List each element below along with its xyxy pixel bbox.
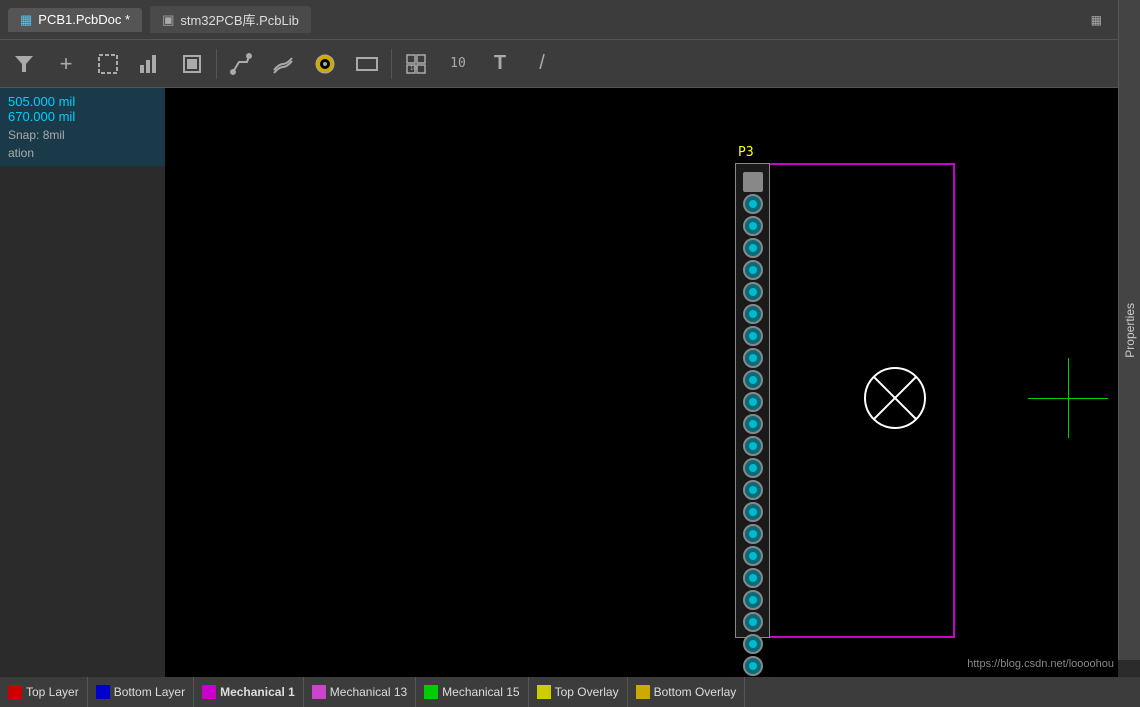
coord-x: 505.000 mil bbox=[8, 94, 157, 109]
tab-pcb1[interactable]: ▦ PCB1.PcbDoc * bbox=[8, 8, 142, 32]
layer-bottom-label: Bottom Layer bbox=[114, 685, 185, 699]
pad-2 bbox=[743, 194, 763, 214]
layer-bottom-swatch bbox=[96, 685, 110, 699]
pad-11 bbox=[743, 392, 763, 412]
pad-20 bbox=[743, 590, 763, 610]
text-num-label: 10 bbox=[450, 56, 466, 71]
tab1-label: PCB1.PcbDoc * bbox=[38, 12, 130, 27]
layer-mech15-label: Mechanical 15 bbox=[442, 685, 519, 699]
layer-mech13-swatch bbox=[312, 685, 326, 699]
layer-bottom-overlay-swatch bbox=[636, 685, 650, 699]
component-symbol bbox=[860, 363, 930, 433]
layer-top[interactable]: Top Layer bbox=[0, 677, 88, 707]
pad-9 bbox=[743, 348, 763, 368]
svg-text:10: 10 bbox=[410, 66, 417, 72]
route-button[interactable] bbox=[221, 44, 261, 84]
layer-mech1-swatch bbox=[202, 685, 216, 699]
layer-bottom-overlay[interactable]: Bottom Overlay bbox=[628, 677, 746, 707]
coord-y: 670.000 mil bbox=[8, 109, 157, 124]
layer-top-swatch bbox=[8, 685, 22, 699]
pad-6 bbox=[743, 282, 763, 302]
pad-13 bbox=[743, 436, 763, 456]
layer-mech15-swatch bbox=[424, 685, 438, 699]
pad-10 bbox=[743, 370, 763, 390]
pad-22 bbox=[743, 634, 763, 654]
pad-1 bbox=[743, 172, 763, 192]
tab-pcblib[interactable]: ▣ stm32PCB库.PcbLib bbox=[150, 6, 311, 33]
sep2 bbox=[391, 49, 392, 79]
layer-mech13-label: Mechanical 13 bbox=[330, 685, 407, 699]
altium-logo-icon: ▦ bbox=[1091, 13, 1102, 27]
component-reference: P3 bbox=[738, 145, 754, 160]
properties-panel[interactable]: Properties bbox=[1118, 0, 1140, 660]
snap-info: Snap: 8mil bbox=[8, 128, 157, 142]
layer-bottom[interactable]: Bottom Layer bbox=[88, 677, 194, 707]
add-button[interactable]: + bbox=[46, 44, 86, 84]
pad-5 bbox=[743, 260, 763, 280]
pad-17 bbox=[743, 524, 763, 544]
lib-icon: ▣ bbox=[162, 12, 174, 28]
tab2-label: stm32PCB库.PcbLib bbox=[180, 10, 299, 29]
layer-mech1-label: Mechanical 1 bbox=[220, 685, 295, 699]
pad-18 bbox=[743, 546, 763, 566]
filter-button[interactable] bbox=[4, 44, 44, 84]
pad-8 bbox=[743, 326, 763, 346]
pad-3 bbox=[743, 216, 763, 236]
pad-16 bbox=[743, 502, 763, 522]
pad-4 bbox=[743, 238, 763, 258]
select-rect-button[interactable] bbox=[88, 44, 128, 84]
pad-column bbox=[735, 163, 770, 638]
layer-bottom-overlay-label: Bottom Overlay bbox=[654, 685, 737, 699]
chart-button[interactable] bbox=[130, 44, 170, 84]
canvas-area[interactable]: P3 bbox=[165, 88, 1118, 677]
sep1 bbox=[216, 49, 217, 79]
pad-12 bbox=[743, 414, 763, 434]
text-tool-label: T bbox=[494, 52, 506, 75]
status-bar: Top Layer Bottom Layer Mechanical 1 Mech… bbox=[0, 677, 1140, 707]
info-panel: 505.000 mil 670.000 mil Snap: 8mil ation bbox=[0, 88, 165, 166]
properties-label: Properties bbox=[1123, 303, 1137, 358]
layer-mech15[interactable]: Mechanical 15 bbox=[416, 677, 528, 707]
layer-top-overlay[interactable]: Top Overlay bbox=[529, 677, 628, 707]
grid-button[interactable]: 10 bbox=[396, 44, 436, 84]
pad-7 bbox=[743, 304, 763, 324]
layer-top-overlay-swatch bbox=[537, 685, 551, 699]
pad-23 bbox=[743, 656, 763, 676]
text-tool-button[interactable]: T bbox=[480, 44, 520, 84]
title-bar: ▦ PCB1.PcbDoc * ▣ stm32PCB库.PcbLib ▦ bbox=[0, 0, 1140, 40]
pad-21 bbox=[743, 612, 763, 632]
line-tool-label: / bbox=[539, 52, 545, 75]
via-button[interactable] bbox=[305, 44, 345, 84]
pcb-icon: ▦ bbox=[20, 12, 32, 28]
toolbar: + 10 10 T / bbox=[0, 40, 1140, 88]
pad-15 bbox=[743, 480, 763, 500]
layer-top-overlay-label: Top Overlay bbox=[555, 685, 619, 699]
layer-info: ation bbox=[8, 146, 157, 160]
shape-button[interactable] bbox=[347, 44, 387, 84]
route-multi-button[interactable] bbox=[263, 44, 303, 84]
pad-19 bbox=[743, 568, 763, 588]
layer-mech13[interactable]: Mechanical 13 bbox=[304, 677, 416, 707]
layer-top-label: Top Layer bbox=[26, 685, 79, 699]
pad-14 bbox=[743, 458, 763, 478]
cursor-vertical bbox=[1068, 358, 1069, 438]
watermark: https://blog.csdn.net/loooohou bbox=[963, 656, 1118, 672]
text-num-button[interactable]: 10 bbox=[438, 44, 478, 84]
line-tool-button[interactable]: / bbox=[522, 44, 562, 84]
layer-mech1[interactable]: Mechanical 1 bbox=[194, 677, 304, 707]
component-button[interactable] bbox=[172, 44, 212, 84]
